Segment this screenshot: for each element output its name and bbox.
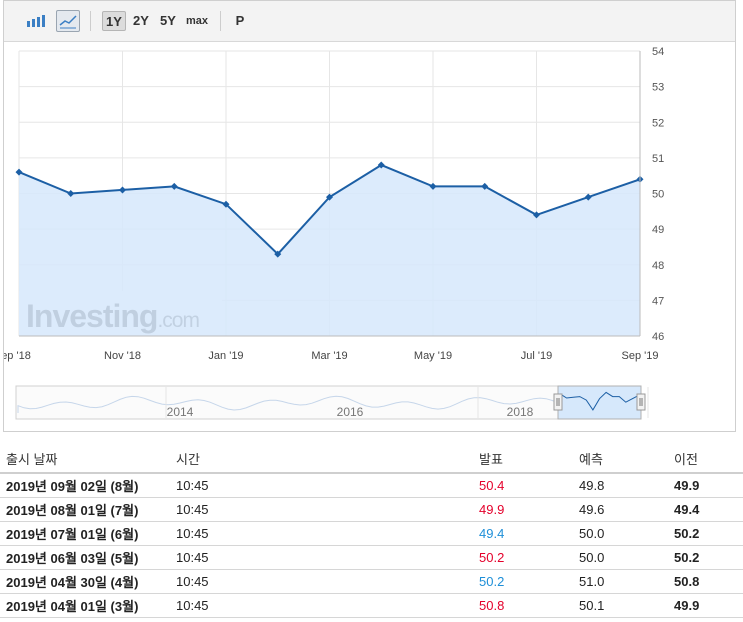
y-tick-label: 49 — [652, 224, 664, 236]
forecast-value-cell: 50.1 — [579, 593, 674, 618]
release-time-cell: 10:45 — [176, 473, 479, 498]
release-date-cell: 2019년 04월 30일 (4월) — [0, 569, 176, 594]
actual-value-cell: 50.8 — [479, 593, 579, 618]
y-tick-label: 48 — [652, 260, 664, 272]
chart-plot: Investing.com 464748495051525354ep '18No… — [4, 46, 664, 420]
range-1y-button[interactable]: 1Y — [102, 11, 126, 31]
col-header-actual[interactable]: 발표 — [479, 444, 579, 474]
table-row: 2019년 04월 01일 (3월) 10:45 50.8 50.1 49.9 — [0, 593, 743, 618]
col-header-date[interactable]: 출시 날짜 — [0, 444, 176, 474]
table-row: 2019년 06월 03일 (5월) 10:45 50.2 50.0 50.2 — [0, 545, 743, 570]
previous-value-cell: 49.9 — [674, 473, 743, 498]
release-time-cell: 10:45 — [176, 569, 479, 594]
forecast-value-cell: 50.0 — [579, 521, 674, 546]
release-date-cell: 2019년 06월 03일 (5월) — [0, 545, 176, 570]
forecast-value-cell: 50.0 — [579, 545, 674, 570]
chart-container: 1Y 2Y 5Y max P Investing.com 46474849505… — [3, 0, 736, 432]
range-2y-button[interactable]: 2Y — [130, 11, 152, 31]
actual-value-cell: 49.4 — [479, 521, 579, 546]
y-tick-label: 51 — [652, 153, 664, 165]
actual-value-cell: 50.2 — [479, 545, 579, 570]
release-date-cell: 2019년 04월 01일 (3월) — [0, 593, 176, 618]
toolbar-divider — [90, 11, 91, 31]
x-tick-label: Nov '18 — [104, 350, 141, 362]
release-table: 출시 날짜 시간 발표 예측 이전 2019년 09월 02일 (8월) 10:4… — [0, 444, 743, 618]
release-date-cell: 2019년 08월 01일 (7월) — [0, 497, 176, 522]
table-row: 2019년 07월 01일 (6월) 10:45 49.4 50.0 50.2 — [0, 521, 743, 546]
previous-value-cell: 50.8 — [674, 569, 743, 594]
actual-value-cell: 49.9 — [479, 497, 579, 522]
table-row: 2019년 08월 01일 (7월) 10:45 49.9 49.6 49.4 — [0, 497, 743, 522]
col-header-time[interactable]: 시간 — [176, 444, 479, 474]
previous-value-cell: 49.4 — [674, 497, 743, 522]
x-tick-label: ep '18 — [4, 350, 31, 362]
y-tick-label: 54 — [652, 46, 664, 58]
x-tick-label: Jul '19 — [521, 350, 552, 362]
table-header-row: 출시 날짜 시간 발표 예측 이전 — [0, 444, 743, 474]
previous-value-cell: 49.9 — [674, 593, 743, 618]
col-header-forecast[interactable]: 예측 — [579, 444, 674, 474]
col-header-previous[interactable]: 이전 — [674, 444, 743, 474]
line-chart-icon[interactable] — [56, 10, 80, 32]
chart-toolbar: 1Y 2Y 5Y max P — [4, 1, 735, 42]
actual-value-cell: 50.2 — [479, 569, 579, 594]
y-tick-label: 50 — [652, 189, 664, 201]
forecast-value-cell: 49.6 — [579, 497, 674, 522]
navigator-year-label: 2014 — [167, 405, 194, 419]
navigator-year-label: 2016 — [337, 405, 364, 419]
range-max-button[interactable]: max — [182, 11, 212, 31]
y-tick-label: 52 — [652, 117, 664, 129]
forecast-value-cell: 49.8 — [579, 473, 674, 498]
navigator-panel — [15, 385, 642, 420]
release-time-cell: 10:45 — [176, 521, 479, 546]
x-tick-label: Mar '19 — [311, 350, 347, 362]
release-date-cell: 2019년 09월 02일 (8월) — [0, 473, 176, 498]
previous-value-cell: 50.2 — [674, 545, 743, 570]
navigator-handle[interactable] — [636, 393, 646, 411]
release-time-cell: 10:45 — [176, 545, 479, 570]
release-date-cell: 2019년 07월 01일 (6월) — [0, 521, 176, 546]
bar-chart-icon[interactable] — [24, 10, 48, 32]
navigator-handle[interactable] — [553, 393, 563, 411]
toolbar-divider — [220, 11, 221, 31]
previous-value-cell: 50.2 — [674, 521, 743, 546]
forecast-value-cell: 51.0 — [579, 569, 674, 594]
x-tick-label: May '19 — [414, 350, 452, 362]
release-time-cell: 10:45 — [176, 593, 479, 618]
toolbar-p-button[interactable]: P — [232, 11, 248, 31]
y-tick-label: 53 — [652, 82, 664, 94]
table-row: 2019년 09월 02일 (8월) 10:45 50.4 49.8 49.9 — [0, 473, 743, 498]
range-5y-button[interactable]: 5Y — [156, 11, 180, 31]
release-time-cell: 10:45 — [176, 497, 479, 522]
y-tick-label: 47 — [652, 295, 664, 307]
navigator-year-label: 2018 — [507, 405, 534, 419]
x-tick-label: Sep '19 — [622, 350, 659, 362]
table-row: 2019년 04월 30일 (4월) 10:45 50.2 51.0 50.8 — [0, 569, 743, 594]
navigator-selection — [557, 385, 642, 420]
actual-value-cell: 50.4 — [479, 473, 579, 498]
y-tick-label: 46 — [652, 331, 664, 343]
x-tick-label: Jan '19 — [208, 350, 243, 362]
